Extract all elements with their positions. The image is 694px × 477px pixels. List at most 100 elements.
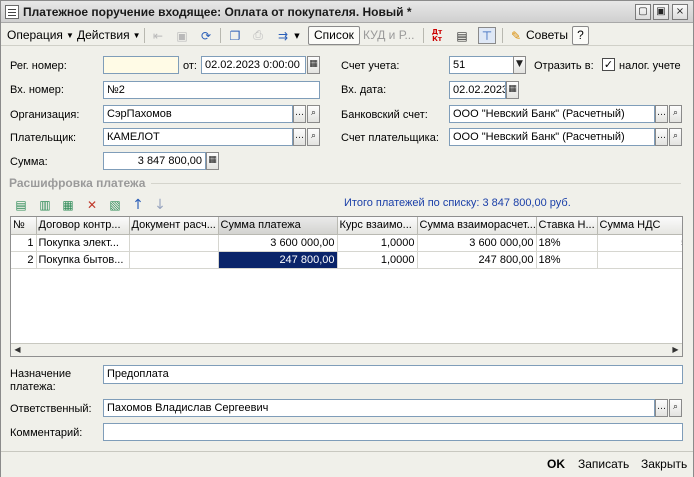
reg-number-input[interactable] [103,56,179,74]
actions-menu[interactable]: Действия ▼ [73,27,145,44]
tips-button[interactable]: Советы [522,27,572,44]
search-icon[interactable]: ⌕ [307,128,320,146]
save-button[interactable]: Записать [578,457,629,471]
scroll-left-icon[interactable]: ◀ [11,344,24,356]
move-up-icon[interactable]: ↑ [129,196,147,213]
settlement-cell[interactable]: 247 800,00 [417,251,537,269]
calendar-icon[interactable]: ▦ [506,81,519,99]
payer-account-input[interactable]: ООО "Невский Банк" (Расчетный) [449,128,655,146]
copy-row-icon[interactable]: ▥ [36,196,54,213]
chevron-down-icon[interactable]: ▼ [513,56,526,74]
restore-button[interactable]: ▢ [635,4,651,20]
add-row-icon[interactable]: ▤ [12,196,30,213]
calendar-icon[interactable]: ▦ [307,56,320,74]
contract-cell[interactable]: Покупка элект... [36,234,130,252]
ellipsis-icon[interactable]: … [655,105,668,123]
chevron-down-icon[interactable]: ▼ [292,27,302,44]
search-icon[interactable]: ⌕ [669,128,682,146]
vat-rate-cell[interactable]: 18% [536,234,598,252]
vat-amount-cell[interactable]: 37 [597,251,682,269]
column-header[interactable]: Курс взаимо... [337,217,418,235]
amount-input[interactable]: 3 847 800,00 [103,152,206,170]
date-time-input[interactable]: 02.02.2023 0:00:00 [201,56,306,74]
ellipsis-icon[interactable]: … [293,105,306,123]
title-bar: Платежное поручение входящее: Оплата от … [1,1,693,23]
horizontal-scrollbar[interactable]: ◀ ▶ [11,343,682,356]
scroll-right-icon[interactable]: ▶ [669,344,682,356]
table-row[interactable]: 2 Покупка бытов... 247 800,00 1,0000 247… [11,251,682,269]
move-down-icon[interactable]: ↓ [151,196,169,213]
document-cell[interactable] [129,234,219,252]
search-icon[interactable]: ⌕ [669,399,682,417]
bank-account-input[interactable]: ООО "Невский Банк" (Расчетный) [449,105,655,123]
document-cell[interactable] [129,251,219,269]
edit-row-icon[interactable]: ▦ [59,196,77,213]
row-number: 1 [11,234,37,252]
close-window-button[interactable]: × [672,4,688,20]
search-icon[interactable]: ⌕ [669,105,682,123]
vat-amount-cell[interactable]: 549 [597,234,682,252]
calculator-icon[interactable]: ▦ [206,152,219,170]
end-edit-icon[interactable]: ▧ [106,196,124,213]
ellipsis-icon[interactable]: … [655,399,668,417]
close-button[interactable]: Закрыть [641,457,687,471]
incoming-date-input[interactable]: 02.02.2023 [449,81,506,99]
operation-menu[interactable]: Операция ▼ [3,27,78,44]
chevron-down-icon: ▼ [132,31,141,40]
comment-input[interactable] [103,423,683,441]
column-header[interactable]: Сумма НДС [597,217,682,235]
document-structure-icon[interactable]: ▤ [453,27,471,44]
from-label: от: [183,60,197,72]
ok-button[interactable]: OK [547,457,565,471]
search-icon[interactable]: ⌕ [307,105,320,123]
print-icon[interactable]: ⎙ [249,27,267,44]
maximize-button[interactable]: ▣ [653,4,669,20]
column-header[interactable]: Сумма взаиморасчет... [417,217,537,235]
amount-cell[interactable]: 247 800,00 [218,251,338,269]
organization-input[interactable]: СэрПахомов [103,105,293,123]
toolbar: Операция ▼ Действия ▼ ⇤ ▣ ⟳ ❐ ⎙ ⇉ ▼ Список… [1,24,693,46]
bank-account-label: Банковский счет: [341,109,428,121]
amount-cell[interactable]: 3 600 000,00 [218,234,338,252]
account-label: Счет учета: [341,60,400,72]
column-header[interactable]: Ставка Н... [536,217,598,235]
window-title: Платежное поручение входящее: Оплата от … [23,5,412,19]
table-row[interactable]: 1 Покупка элект... 3 600 000,00 1,0000 3… [11,234,682,252]
list-button[interactable]: Список [308,26,360,45]
ellipsis-icon[interactable]: … [655,128,668,146]
ellipsis-icon[interactable]: … [293,128,306,146]
post-icon[interactable]: ▣ [173,27,191,44]
responsible-input[interactable]: Пахомов Владислав Сергеевич [103,399,655,417]
debit-credit-icon[interactable]: Дт Кт [427,27,447,44]
responsible-label: Ответственный: [10,403,92,415]
toolbar-separator [220,28,221,43]
column-header[interactable]: № [11,217,37,235]
incoming-number-input[interactable]: №2 [103,81,320,99]
refresh-icon[interactable]: ⟳ [197,27,215,44]
structure-toggle-icon[interactable]: ⊤ [478,27,496,44]
settlement-cell[interactable]: 3 600 000,00 [417,234,537,252]
column-header[interactable]: Договор контр... [36,217,130,235]
vat-rate-cell[interactable]: 18% [536,251,598,269]
payer-input[interactable]: КАМЕЛОТ [103,128,293,146]
purpose-input[interactable]: Предоплата [103,365,683,384]
column-header[interactable]: Сумма платежа [218,217,338,235]
go-to-icon[interactable]: ⇉ [274,27,292,44]
rate-cell[interactable]: 1,0000 [337,251,418,269]
payments-total: Итого платежей по списку: 3 847 800,00 р… [344,197,571,209]
copy-document-icon[interactable]: ❐ [226,27,244,44]
tax-accounting-checkbox[interactable]: ✓ [602,58,615,71]
delete-row-icon[interactable]: ✕ [83,196,101,213]
help-button[interactable]: ? [572,26,589,45]
incoming-date-label: Вх. дата: [341,84,387,96]
incoming-number-label: Вх. номер: [10,84,64,96]
rate-cell[interactable]: 1,0000 [337,234,418,252]
back-icon[interactable]: ⇤ [149,27,167,44]
contract-cell[interactable]: Покупка бытов... [36,251,130,269]
column-header[interactable]: Документ расч... [129,217,219,235]
kud-button[interactable]: КУД и Р... [360,27,417,44]
tax-accounting-label: налог. учете [619,60,681,72]
account-input[interactable]: 51 [449,56,514,74]
payer-label: Плательщик: [10,132,77,144]
payer-account-label: Счет плательщика: [341,132,439,144]
